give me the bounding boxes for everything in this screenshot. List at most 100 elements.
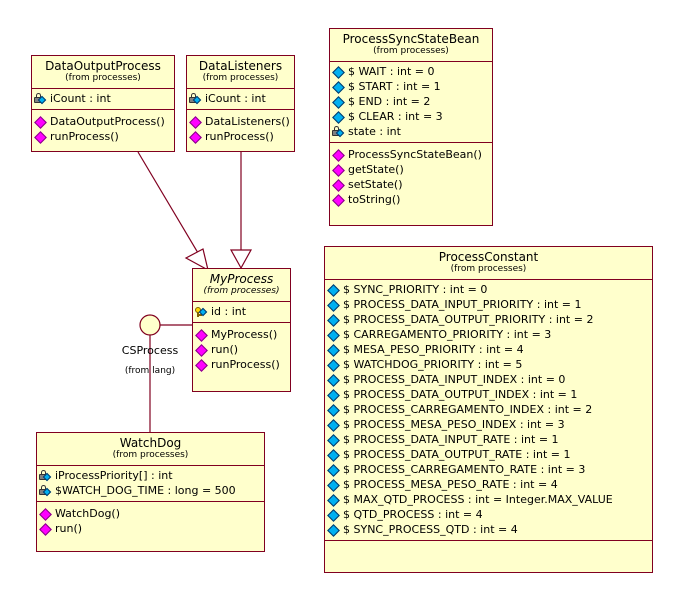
class-attribute[interactable]: $ PROCESS_DATA_OUTPUT_PRIORITY : int = 2: [327, 312, 650, 327]
attributes-compartment: id : int: [193, 302, 290, 323]
member-text: $ PROCESS_CARREGAMENTO_RATE : int = 3: [343, 463, 586, 476]
class-operation[interactable]: runProcess(): [189, 129, 292, 144]
attribute-icon: [327, 358, 341, 371]
class-attribute[interactable]: $ PROCESS_DATA_INPUT_INDEX : int = 0: [327, 372, 650, 387]
operations-compartment: DataListeners() runProcess(): [187, 110, 294, 147]
member-text: $ CLEAR : int = 3: [348, 110, 443, 123]
uml-class-dataoutputprocess[interactable]: DataOutputProcess (from processes) iCount …: [31, 55, 175, 152]
class-attribute[interactable]: $WATCH_DOG_TIME : long = 500: [39, 483, 262, 498]
class-operation[interactable]: run(): [195, 342, 288, 357]
member-text: $ PROCESS_DATA_OUTPUT_PRIORITY : int = 2: [343, 313, 594, 326]
class-attribute[interactable]: $ SYNC_PRIORITY : int = 0: [327, 282, 650, 297]
operation-icon: [34, 115, 48, 128]
uml-class-diagram-canvas: CSProcess (from lang) DataOutputProcess(…: [0, 0, 680, 602]
member-text: iProcessPriority[] : int: [55, 469, 173, 482]
member-text: $ PROCESS_DATA_OUTPUT_INDEX : int = 1: [343, 388, 578, 401]
class-attribute[interactable]: $ CARREGAMENTO_PRIORITY : int = 3: [327, 327, 650, 342]
class-attribute[interactable]: $ END : int = 2: [332, 94, 490, 109]
operations-compartment: MyProcess() run() runProcess(): [193, 323, 290, 375]
member-text: MyProcess(): [211, 328, 278, 341]
class-operation[interactable]: getState(): [332, 162, 490, 177]
class-operation[interactable]: DataOutputProcess(): [34, 114, 172, 129]
member-text: run(): [211, 343, 239, 356]
class-attribute[interactable]: $ PROCESS_CARREGAMENTO_INDEX : int = 2: [327, 402, 650, 417]
class-package: (from processes): [203, 286, 280, 296]
class-attribute[interactable]: $ START : int = 1: [332, 79, 490, 94]
class-package: (from processes): [112, 450, 189, 460]
class-package: (from processes): [202, 73, 279, 83]
member-text: $ START : int = 1: [348, 80, 441, 93]
class-operation[interactable]: toString(): [332, 192, 490, 207]
class-operation[interactable]: runProcess(): [195, 357, 288, 372]
class-attribute[interactable]: $ PROCESS_DATA_INPUT_RATE : int = 1: [327, 432, 650, 447]
class-attribute[interactable]: $ MESA_PESO_PRIORITY : int = 4: [327, 342, 650, 357]
lock-icon: [39, 469, 53, 482]
class-attribute[interactable]: iProcessPriority[] : int: [39, 468, 262, 483]
attribute-icon: [327, 418, 341, 431]
member-text: $ PROCESS_DATA_INPUT_INDEX : int = 0: [343, 373, 566, 386]
operations-compartment: WatchDog() run(): [37, 502, 264, 539]
member-text: id : int: [211, 305, 247, 318]
class-operation[interactable]: run(): [39, 521, 262, 536]
class-operation[interactable]: WatchDog(): [39, 506, 262, 521]
uml-class-datalisteners[interactable]: DataListeners (from processes) iCount : in…: [186, 55, 295, 152]
operation-icon: [189, 115, 203, 128]
member-text: $ WATCHDOG_PRIORITY : int = 5: [343, 358, 523, 371]
lock-icon: [332, 125, 346, 138]
class-header: DataOutputProcess (from processes): [32, 56, 174, 89]
class-attribute[interactable]: $ CLEAR : int = 3: [332, 109, 490, 124]
uml-class-processconstant[interactable]: ProcessConstant (from processes) $ SYNC_PR…: [324, 246, 653, 573]
class-attribute[interactable]: $ PROCESS_MESA_PESO_INDEX : int = 3: [327, 417, 650, 432]
interface-label-csprocess: CSProcess (from lang): [100, 344, 200, 377]
class-attribute[interactable]: $ MAX_QTD_PROCESS : int = Integer.MAX_VA…: [327, 492, 650, 507]
class-attribute[interactable]: $ WATCHDOG_PRIORITY : int = 5: [327, 357, 650, 372]
class-attribute[interactable]: id : int: [195, 304, 288, 319]
member-text: $ WAIT : int = 0: [348, 65, 435, 78]
attributes-compartment: iCount : int: [32, 89, 174, 110]
class-header: ProcessConstant (from processes): [325, 247, 652, 280]
operation-icon: [39, 507, 53, 520]
class-attribute[interactable]: $ PROCESS_DATA_OUTPUT_INDEX : int = 1: [327, 387, 650, 402]
uml-class-watchdog[interactable]: WatchDog (from processes) iProcessPriority…: [36, 432, 265, 552]
class-attribute[interactable]: $ PROCESS_MESA_PESO_RATE : int = 4: [327, 477, 650, 492]
member-text: $ PROCESS_MESA_PESO_INDEX : int = 3: [343, 418, 565, 431]
class-operation[interactable]: ProcessSyncStateBean(): [332, 147, 490, 162]
class-name: MyProcess: [209, 272, 274, 286]
attribute-icon: [332, 110, 346, 123]
operation-icon: [195, 328, 209, 341]
member-text: getState(): [348, 163, 404, 176]
attribute-icon: [327, 283, 341, 296]
member-text: runProcess(): [211, 358, 280, 371]
class-name: WatchDog: [119, 436, 182, 450]
operation-icon: [195, 358, 209, 371]
class-attribute[interactable]: $ PROCESS_DATA_INPUT_PRIORITY : int = 1: [327, 297, 650, 312]
class-attribute[interactable]: state : int: [332, 124, 490, 139]
uml-class-processsyncstatebean[interactable]: ProcessSyncStateBean (from processes) $ WA…: [329, 28, 493, 226]
member-text: $ PROCESS_DATA_INPUT_RATE : int = 1: [343, 433, 559, 446]
operation-icon: [34, 130, 48, 143]
class-attribute[interactable]: iCount : int: [34, 91, 172, 106]
class-operation[interactable]: runProcess(): [34, 129, 172, 144]
attribute-icon: [327, 328, 341, 341]
member-text: $ END : int = 2: [348, 95, 431, 108]
operation-icon: [332, 163, 346, 176]
member-text: runProcess(): [205, 130, 274, 143]
class-attribute[interactable]: $ PROCESS_DATA_OUTPUT_RATE : int = 1: [327, 447, 650, 462]
class-attribute[interactable]: $ PROCESS_CARREGAMENTO_RATE : int = 3: [327, 462, 650, 477]
class-attribute[interactable]: iCount : int: [189, 91, 292, 106]
class-package: (from processes): [65, 73, 141, 83]
class-operation[interactable]: DataListeners(): [189, 114, 292, 129]
operations-compartment: DataOutputProcess() runProcess(): [32, 110, 174, 147]
uml-class-myprocess[interactable]: MyProcess (from processes) id : int MyProce…: [192, 268, 291, 392]
attribute-icon: [327, 448, 341, 461]
attribute-icon: [327, 373, 341, 386]
class-attribute[interactable]: $ WAIT : int = 0: [332, 64, 490, 79]
class-attribute[interactable]: $ SYNC_PROCESS_QTD : int = 4: [327, 522, 650, 537]
class-operation[interactable]: setState(): [332, 177, 490, 192]
operation-icon: [332, 178, 346, 191]
member-text: iCount : int: [50, 92, 111, 105]
class-operation[interactable]: MyProcess(): [195, 327, 288, 342]
lock-icon: [34, 92, 48, 105]
class-attribute[interactable]: $ QTD_PROCESS : int = 4: [327, 507, 650, 522]
member-text: $ PROCESS_DATA_INPUT_PRIORITY : int = 1: [343, 298, 582, 311]
